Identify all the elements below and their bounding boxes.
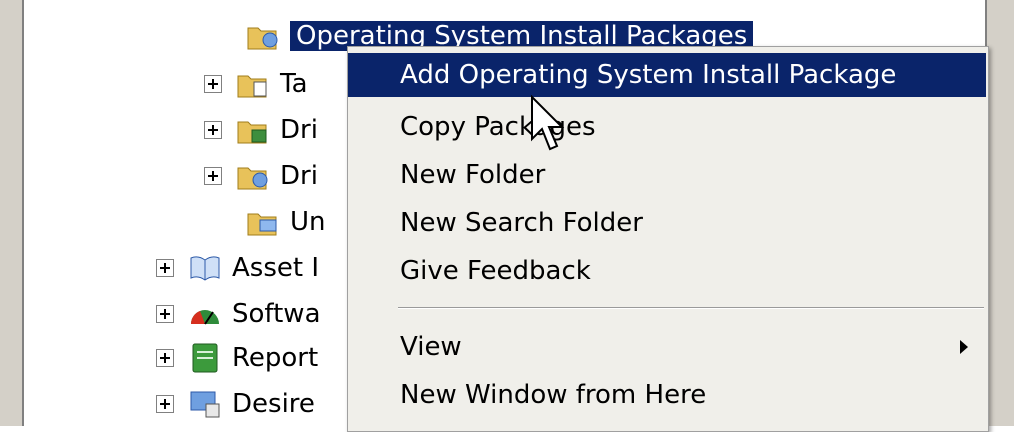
submenu-arrow-icon	[960, 340, 968, 354]
expand-icon[interactable]	[156, 305, 174, 323]
menu-item-add-os-install-package[interactable]: Add Operating System Install Package	[348, 53, 986, 97]
tree-node-unknown-computers[interactable]: Un	[246, 202, 326, 242]
menu-item-new-folder[interactable]: New Folder	[348, 153, 986, 197]
task-sequence-folder-icon	[237, 75, 267, 98]
tree-node-label: Softwa	[232, 299, 321, 329]
menu-item-give-feedback[interactable]: Give Feedback	[348, 249, 986, 293]
software-metering-icon	[191, 310, 219, 325]
tree-node-desired-configuration[interactable]: Desire	[156, 384, 315, 424]
left-window-frame	[0, 0, 24, 426]
menu-separator	[398, 307, 984, 309]
desired-configuration-icon	[190, 391, 220, 418]
tree-node-label: Asset I	[232, 253, 320, 283]
driver-package-folder-icon	[237, 167, 268, 190]
tree-node-task-sequences[interactable]: Ta	[204, 64, 308, 104]
asset-intelligence-icon	[190, 256, 220, 281]
menu-item-label: New Folder	[400, 160, 546, 190]
menu-item-label: Give Feedback	[400, 256, 591, 286]
tree-node-driver-packages[interactable]: Dri	[204, 156, 318, 196]
tree-node-label: Dri	[280, 115, 318, 145]
right-window-frame	[985, 0, 1014, 426]
expand-icon[interactable]	[204, 121, 222, 139]
menu-item-copy-packages[interactable]: Copy Packages	[348, 105, 986, 149]
menu-item-label: New Search Folder	[400, 208, 643, 238]
driver-folder-icon	[237, 121, 267, 144]
expand-icon[interactable]	[204, 75, 222, 93]
unknown-computers-folder-icon	[247, 213, 277, 236]
menu-item-label: New Window from Here	[400, 380, 707, 410]
expand-icon[interactable]	[156, 259, 174, 277]
reporting-icon	[192, 343, 218, 373]
menu-item-new-search-folder[interactable]: New Search Folder	[348, 201, 986, 245]
menu-item-label: View	[400, 332, 462, 362]
menu-item-label: Add Operating System Install Package	[400, 60, 897, 90]
expand-icon[interactable]	[156, 395, 174, 413]
tree-node-label: Dri	[280, 161, 318, 191]
menu-item-label: Copy Packages	[400, 112, 596, 142]
context-menu: Add Operating System Install Package Cop…	[347, 46, 989, 432]
expand-icon[interactable]	[156, 349, 174, 367]
tree-node-software-metering[interactable]: Softwa	[156, 294, 321, 334]
tree-node-reporting[interactable]: Report	[156, 338, 318, 378]
package-folder-icon	[247, 27, 278, 50]
tree-node-drivers[interactable]: Dri	[204, 110, 318, 150]
menu-item-new-window-from-here[interactable]: New Window from Here	[348, 373, 986, 417]
tree-node-label: Un	[290, 207, 326, 237]
menu-item-view[interactable]: View	[348, 325, 986, 369]
tree-node-label: Desire	[232, 389, 315, 419]
tree-node-label: Ta	[280, 69, 308, 99]
mouse-pointer-icon	[531, 95, 564, 151]
tree-node-label: Report	[232, 343, 319, 373]
tree-node-asset-intelligence[interactable]: Asset I	[156, 248, 319, 288]
expand-icon[interactable]	[204, 167, 222, 185]
